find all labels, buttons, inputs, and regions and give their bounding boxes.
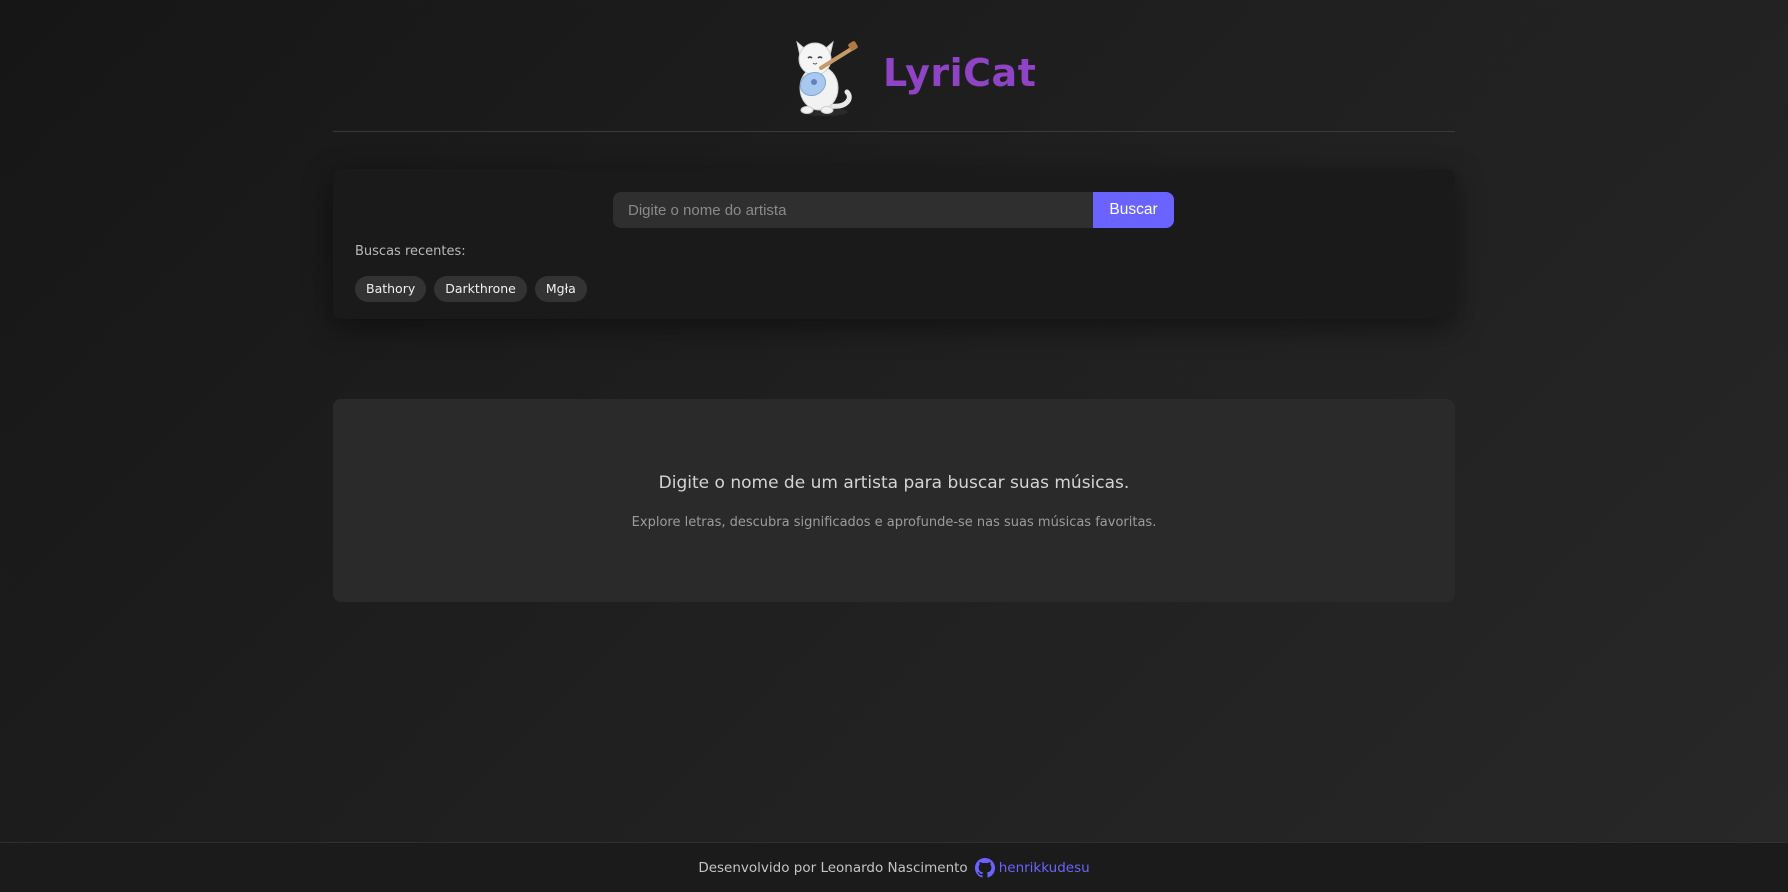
- github-icon: [974, 858, 995, 878]
- app-title: LyriCat: [883, 51, 1037, 95]
- results-empty-state: Digite o nome de um artista para buscar …: [333, 399, 1455, 602]
- header: LyriCat: [333, 0, 1455, 132]
- recent-search-chip[interactable]: Mgła: [534, 276, 587, 302]
- search-button[interactable]: Buscar: [1093, 192, 1174, 228]
- artist-search-input[interactable]: [613, 192, 1093, 228]
- empty-state-title: Digite o nome de um artista para buscar …: [658, 473, 1130, 493]
- footer-credit: Desenvolvido por Leonardo Nascimento: [698, 860, 968, 876]
- github-profile-link[interactable]: henrikkudesu: [999, 860, 1090, 876]
- recent-searches-list: Bathory Darkthrone Mgła: [355, 276, 587, 302]
- recent-search-chip[interactable]: Bathory: [355, 276, 427, 302]
- recent-searches-label: Buscas recentes:: [355, 244, 466, 259]
- search-panel: Buscar Buscas recentes: Bathory Darkthro…: [333, 169, 1455, 319]
- search-form: Buscar: [613, 192, 1174, 228]
- cat-with-guitar-logo: [796, 40, 858, 116]
- footer: Desenvolvido por Leonardo Nascimento hen…: [0, 842, 1788, 892]
- brand: LyriCat: [781, 28, 1036, 118]
- recent-search-chip[interactable]: Darkthrone: [434, 276, 527, 302]
- empty-state-subtitle: Explore letras, descubra significados e …: [631, 515, 1157, 530]
